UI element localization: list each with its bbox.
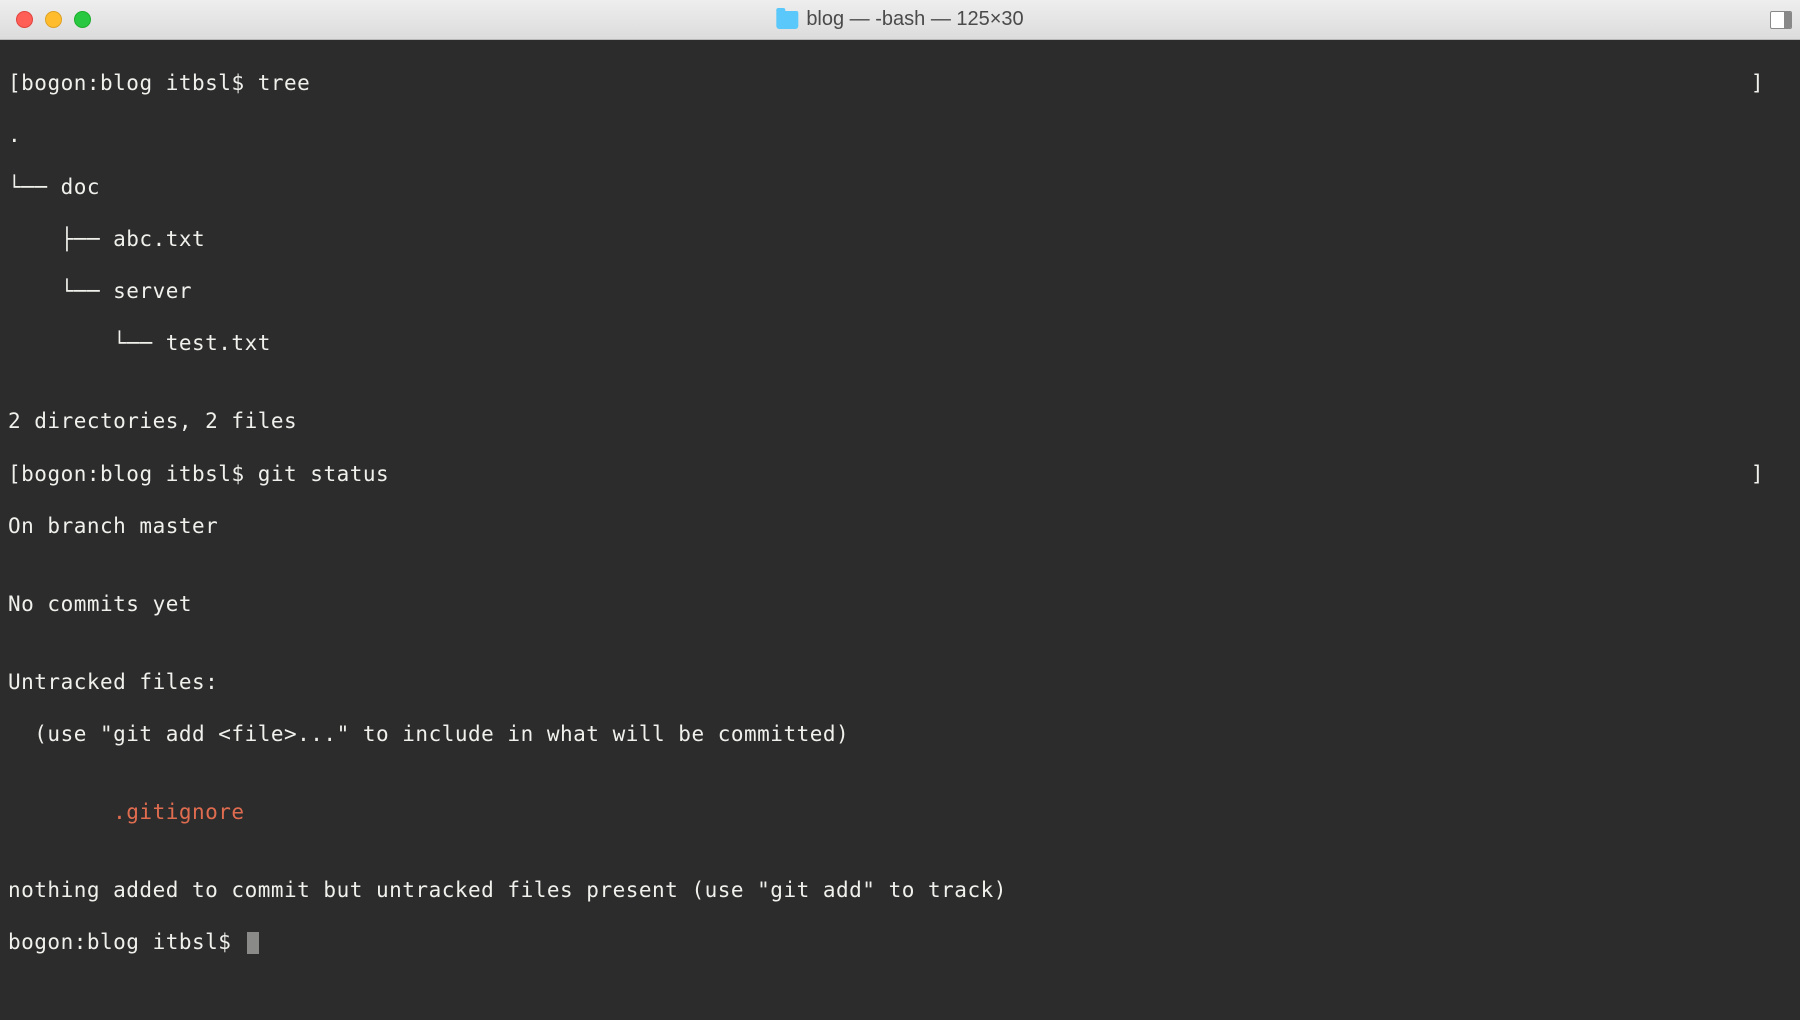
terminal-output-line: No commits yet bbox=[8, 591, 1792, 617]
terminal-output-line: On branch master bbox=[8, 513, 1792, 539]
prompt-bracket-open: [ bbox=[8, 462, 21, 486]
terminal-area[interactable]: [bogon:blog itbsl$ tree] . └── doc ├── a… bbox=[0, 40, 1800, 1020]
terminal-output-line: . bbox=[8, 122, 1792, 148]
terminal-line: [bogon:blog itbsl$ git status] bbox=[8, 461, 1770, 487]
untracked-file-line: .gitignore bbox=[8, 799, 1792, 825]
terminal-output-line: └── doc bbox=[8, 174, 1792, 200]
terminal-output-line: ├── abc.txt bbox=[8, 226, 1792, 252]
prompt-bracket-close: ] bbox=[1751, 461, 1770, 487]
prompt-bracket-open: [ bbox=[8, 71, 21, 95]
terminal-output-line: nothing added to commit but untracked fi… bbox=[8, 877, 1792, 903]
terminal-output-line: 2 directories, 2 files bbox=[8, 408, 1792, 434]
terminal-output-line: Untracked files: bbox=[8, 669, 1792, 695]
shell-prompt: bogon:blog itbsl$ bbox=[8, 930, 245, 954]
prompt-bracket-close: ] bbox=[1751, 70, 1770, 96]
terminal-line: bogon:blog itbsl$ bbox=[8, 929, 1792, 955]
terminal-output-line: (use "git add <file>..." to include in w… bbox=[8, 721, 1792, 747]
folder-icon bbox=[776, 11, 798, 29]
terminal-content: [bogon:blog itbsl$ tree] . └── doc ├── a… bbox=[8, 44, 1792, 1007]
cursor-block bbox=[247, 932, 259, 954]
terminal-output-line: └── test.txt bbox=[8, 330, 1792, 356]
window-title: blog — -bash — 125×30 bbox=[806, 8, 1023, 31]
window-title-container: blog — -bash — 125×30 bbox=[776, 8, 1023, 31]
command-text: git status bbox=[258, 462, 389, 486]
sidebar-toggle-icon[interactable] bbox=[1770, 11, 1792, 29]
shell-prompt: bogon:blog itbsl$ bbox=[21, 462, 258, 486]
terminal-line: [bogon:blog itbsl$ tree] bbox=[8, 70, 1770, 96]
title-bar: blog — -bash — 125×30 bbox=[0, 0, 1800, 40]
terminal-output-line: └── server bbox=[8, 278, 1792, 304]
traffic-lights bbox=[0, 11, 91, 28]
titlebar-right-controls bbox=[1770, 11, 1792, 29]
close-window-button[interactable] bbox=[16, 11, 33, 28]
command-text: tree bbox=[258, 71, 311, 95]
maximize-window-button[interactable] bbox=[74, 11, 91, 28]
scrollbar-track[interactable] bbox=[1780, 40, 1800, 1020]
minimize-window-button[interactable] bbox=[45, 11, 62, 28]
shell-prompt: bogon:blog itbsl$ bbox=[21, 71, 258, 95]
